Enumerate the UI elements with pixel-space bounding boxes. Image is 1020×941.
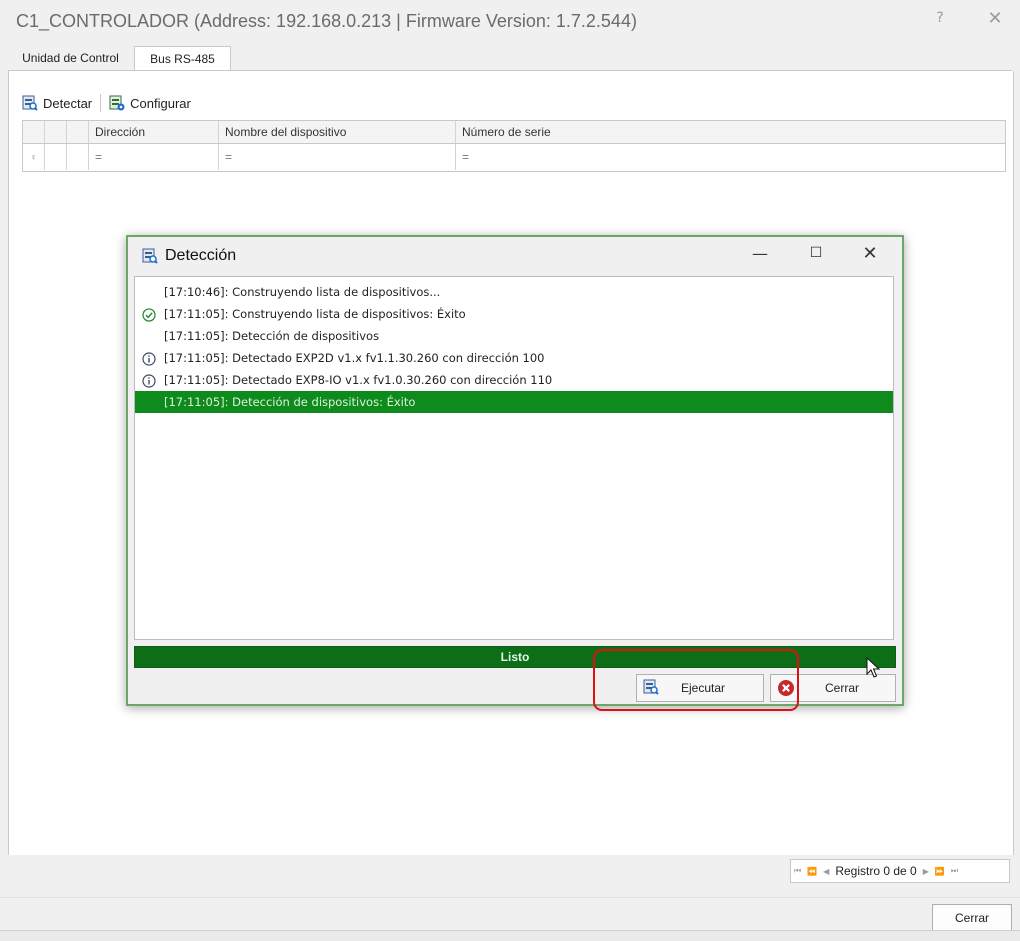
log-entry-text: [17:11:05]: Detección de dispositivos [164,329,380,343]
window-close-button[interactable]: ✕ [984,8,1006,29]
nav-next-button[interactable]: ▶ [923,867,929,876]
nav-prev-button[interactable]: ◀ [823,867,829,876]
success-check-icon [142,307,156,322]
dialog-minimize-button[interactable]: — [748,244,772,263]
devices-grid: Dirección Nombre del dispositivo Número … [22,120,1006,172]
log-entry-text: [17:11:05]: Construyendo lista de dispos… [164,307,466,321]
log-entry: [17:11:05]: Detectado EXP2D v1.x fv1.1.3… [135,347,893,369]
column-header-direccion[interactable]: Dirección [89,121,219,143]
status-strip [0,930,1020,941]
close-x-icon [777,679,795,700]
main-close-button[interactable]: Cerrar [932,904,1012,932]
tab-bus-rs485[interactable]: Bus RS-485 [134,46,231,72]
detection-dialog: Detección — ☐ ✕ [17:10:46]: Construyendo… [126,235,904,706]
nav-prev-page-button[interactable]: ⏪ [807,867,817,876]
dialog-close-label: Cerrar [825,681,860,695]
dialog-title: Detección [165,247,237,264]
log-entry: [17:11:05]: Detección de dispositivos [135,325,893,347]
configure-icon [109,95,125,111]
log-entry-selected[interactable]: [17:11:05]: Detección de dispositivos: É… [135,391,893,413]
detection-log[interactable]: [17:10:46]: Construyendo lista de dispos… [134,276,894,640]
grid-expand-header [67,121,89,143]
configure-button[interactable]: Configurar [105,95,195,111]
log-entry-text: [17:11:05]: Detectado EXP2D v1.x fv1.1.3… [164,351,545,365]
info-icon [142,351,156,366]
log-entry-text: [17:11:05]: Detección de dispositivos: É… [164,395,416,409]
detection-icon [142,248,158,264]
status-text: Listo [500,650,530,664]
filter-cell-select[interactable] [45,144,67,170]
filter-cell-nombre[interactable]: = [219,144,456,170]
log-entry: [17:10:46]: Construyendo lista de dispos… [135,281,893,303]
grid-header: Dirección Nombre del dispositivo Número … [23,121,1005,144]
record-navigator: ⏮ ⏪ ◀ Registro 0 de 0 ▶ ⏩ ⏭ [790,859,1010,883]
filter-cell-numero-serie[interactable]: = [456,144,1005,170]
mouse-cursor-icon [866,656,882,682]
configure-label: Configurar [130,95,191,111]
log-entry: [17:11:05]: Detectado EXP8-IO v1.x fv1.0… [135,369,893,391]
nav-first-button[interactable]: ⏮ [794,866,801,876]
execute-button[interactable]: Ejecutar [636,674,764,702]
filter-cell-expand[interactable] [67,144,89,170]
grid-indicator-header [23,121,45,143]
column-header-nombre[interactable]: Nombre del dispositivo [219,121,456,143]
log-entry: [17:11:05]: Construyendo lista de dispos… [135,303,893,325]
log-entry-text: [17:11:05]: Detectado EXP8-IO v1.x fv1.0… [164,373,553,387]
help-button[interactable]: ? [930,10,950,26]
nav-last-button[interactable]: ⏭ [951,866,958,876]
status-progress-bar: Listo [134,646,896,668]
execute-icon [643,679,659,698]
detect-label: Detectar [43,95,93,111]
log-entry-text: [17:10:46]: Construyendo lista de dispos… [164,285,441,299]
tab-unidad-de-control[interactable]: Unidad de Control [8,46,133,70]
info-icon [142,373,156,388]
filter-row-marker: ♀ [23,144,45,170]
toolbar-separator [100,94,102,112]
grid-select-header [45,121,67,143]
grid-filter-row: ♀ = = = [23,144,1005,170]
window-title: C1_CONTROLADOR (Address: 192.168.0.213 |… [16,11,637,31]
dialog-close-button[interactable]: ✕ [858,243,882,264]
toolbar: Detectar Configurar [18,91,195,115]
column-header-numero-serie[interactable]: Número de serie [456,121,1005,143]
detect-icon [22,95,38,111]
execute-label: Ejecutar [681,681,726,695]
filter-cell-direccion[interactable]: = [89,144,219,170]
title-bar: C1_CONTROLADOR (Address: 192.168.0.213 |… [0,0,1020,40]
dialog-maximize-button[interactable]: ☐ [804,245,828,261]
nav-next-page-button[interactable]: ⏩ [935,867,945,876]
dialog-title-bar: Detección [142,247,236,265]
detect-button[interactable]: Detectar [18,95,96,111]
record-counter: Registro 0 de 0 [835,864,917,878]
